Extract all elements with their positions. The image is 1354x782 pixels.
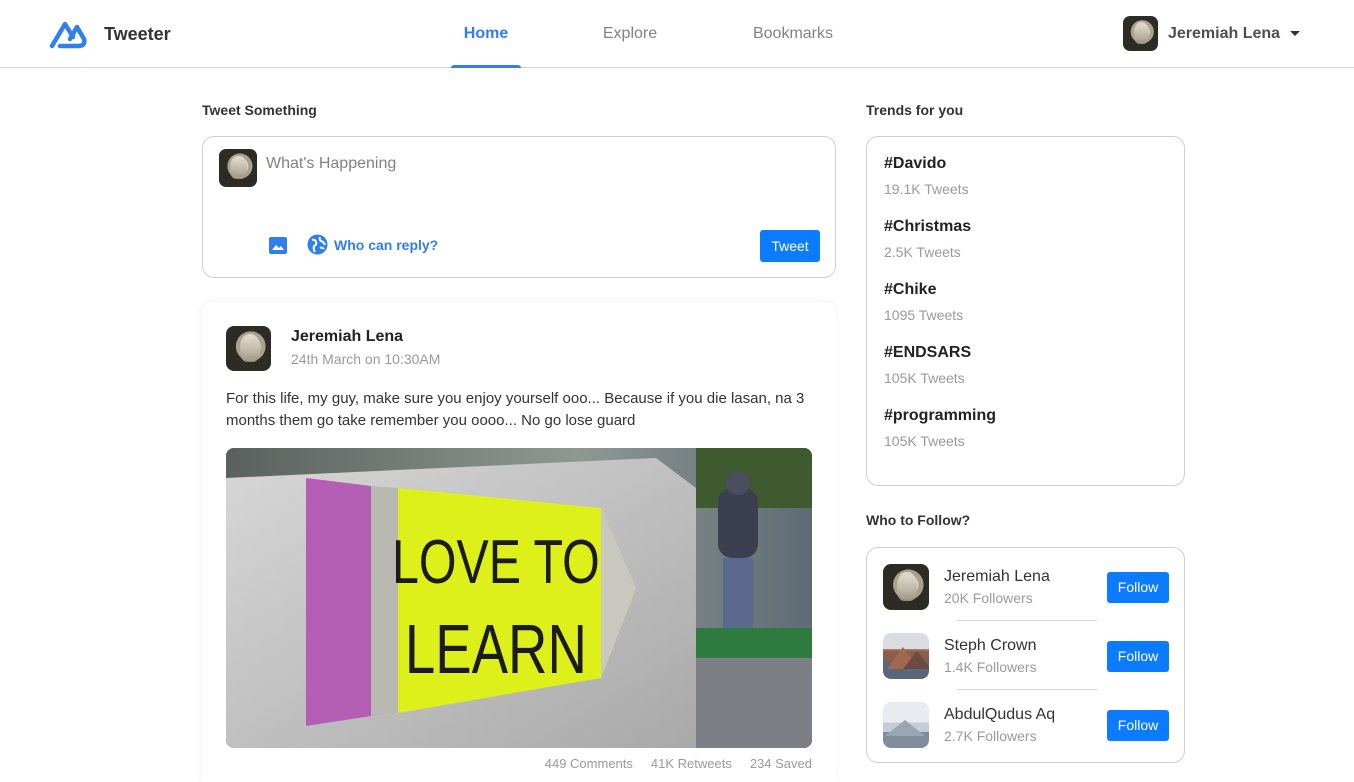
post-timestamp: 24th March on 10:30AM [291, 351, 441, 367]
post-text: For this life, my guy, make sure you enj… [226, 390, 805, 429]
post-author-name[interactable]: Jeremiah Lena [291, 328, 403, 346]
suggestion-followers: 1.4K Followers [944, 659, 1037, 675]
suggestion-avatar[interactable] [883, 633, 929, 679]
post-image[interactable]: LOVE TO LEARN [226, 448, 812, 748]
trends-title: Trends for you [866, 102, 964, 118]
tweet-card: Jeremiah Lena 24th March on 10:30AM For … [202, 302, 836, 782]
trend-tag: #Christmas [884, 218, 972, 235]
trend-item[interactable]: #ENDSARS 105K Tweets [884, 344, 971, 386]
trends-panel: #Davido 19.1K Tweets #Christmas 2.5K Twe… [866, 136, 1185, 486]
suggestion-info: Jeremiah Lena 20K Followers [944, 568, 1107, 606]
image-icon[interactable] [269, 237, 287, 254]
tweeter-logo-icon [49, 21, 87, 49]
love-to-learn-sign-photo: LOVE TO LEARN [226, 448, 812, 748]
who-can-reply-option[interactable]: Who can reply? [307, 234, 438, 255]
tab-bookmarks[interactable]: Bookmarks [718, 0, 868, 68]
trend-tag: #ENDSARS [884, 344, 972, 361]
who-to-follow-panel: Jeremiah Lena 20K Followers Follow Steph… [866, 547, 1185, 763]
trend-count: 1095 Tweets [884, 307, 964, 323]
suggestion-info: AbdulQudus Aq 2.7K Followers [944, 706, 1107, 744]
suggestion-info: Steph Crown 1.4K Followers [944, 637, 1107, 675]
divider [957, 620, 1097, 621]
trend-tag: #Davido [884, 155, 947, 172]
follow-suggestion: AbdulQudus Aq 2.7K Followers Follow [883, 702, 1169, 748]
tab-bookmarks-label: Bookmarks [752, 25, 834, 42]
sign-text-line2: LEARN [405, 611, 587, 689]
post-stats: 449 Comments 41K Retweets 234 Saved [545, 756, 812, 771]
tweet-input[interactable] [266, 155, 806, 173]
user-name: Jeremiah Lena [1168, 24, 1281, 42]
tab-explore-label: Explore [602, 25, 658, 42]
trend-item[interactable]: #Chike 1095 Tweets [884, 281, 963, 323]
post-author-avatar[interactable] [226, 326, 271, 371]
trend-item[interactable]: #Davido 19.1K Tweets [884, 155, 969, 197]
trend-item[interactable]: #programming 105K Tweets [884, 407, 996, 449]
trend-count: 2.5K Tweets [884, 244, 961, 260]
who-can-reply-label: Who can reply? [334, 236, 439, 253]
composer-avatar [219, 149, 257, 187]
post-saved-count: 234 Saved [749, 756, 812, 771]
caret-down-icon[interactable] [1290, 31, 1301, 36]
suggestion-name[interactable]: Jeremiah Lena [944, 568, 1107, 586]
follow-suggestion: Steph Crown 1.4K Followers Follow [883, 633, 1169, 679]
active-tab-indicator [451, 65, 521, 68]
post-comments-count: 449 Comments [544, 756, 633, 771]
tab-home-label: Home [463, 25, 509, 42]
who-to-follow-title: Who to Follow? [866, 512, 971, 528]
suggestion-name[interactable]: Steph Crown [944, 637, 1107, 655]
tab-home[interactable]: Home [430, 0, 542, 68]
top-navigation-bar: Tweeter Home Explore Bookmarks Jeremiah … [0, 0, 1354, 68]
brand[interactable]: Tweeter [48, 19, 171, 49]
suggestion-name[interactable]: AbdulQudus Aq [944, 706, 1107, 724]
trend-count: 105K Tweets [884, 370, 965, 386]
brand-name: Tweeter [104, 23, 171, 44]
trend-count: 19.1K Tweets [884, 181, 969, 197]
trend-count: 105K Tweets [884, 433, 965, 449]
follow-button[interactable]: Follow [1107, 571, 1169, 603]
trend-item[interactable]: #Christmas 2.5K Tweets [884, 218, 971, 260]
tweet-button[interactable]: Tweet [760, 230, 820, 262]
trend-tag: #programming [884, 407, 997, 424]
follow-button[interactable]: Follow [1107, 640, 1169, 672]
post-retweets-count: 41K Retweets [650, 756, 732, 771]
trend-tag: #Chike [884, 281, 937, 298]
globe-icon [307, 234, 328, 255]
tweet-composer: Who can reply? Tweet [202, 136, 836, 278]
follow-button[interactable]: Follow [1107, 709, 1169, 741]
user-avatar [1123, 16, 1158, 51]
sign-text-line1: LOVE TO [392, 527, 600, 596]
suggestion-avatar[interactable] [883, 564, 929, 610]
user-menu[interactable]: Jeremiah Lena [1123, 16, 1301, 51]
composer-section-title: Tweet Something [202, 102, 317, 118]
tab-explore[interactable]: Explore [542, 0, 718, 68]
suggestion-followers: 2.7K Followers [944, 728, 1037, 744]
suggestion-followers: 20K Followers [944, 590, 1033, 606]
follow-suggestion: Jeremiah Lena 20K Followers Follow [883, 564, 1169, 610]
divider [957, 689, 1097, 690]
suggestion-avatar[interactable] [883, 702, 929, 748]
main-nav: Home Explore Bookmarks [430, 0, 868, 68]
